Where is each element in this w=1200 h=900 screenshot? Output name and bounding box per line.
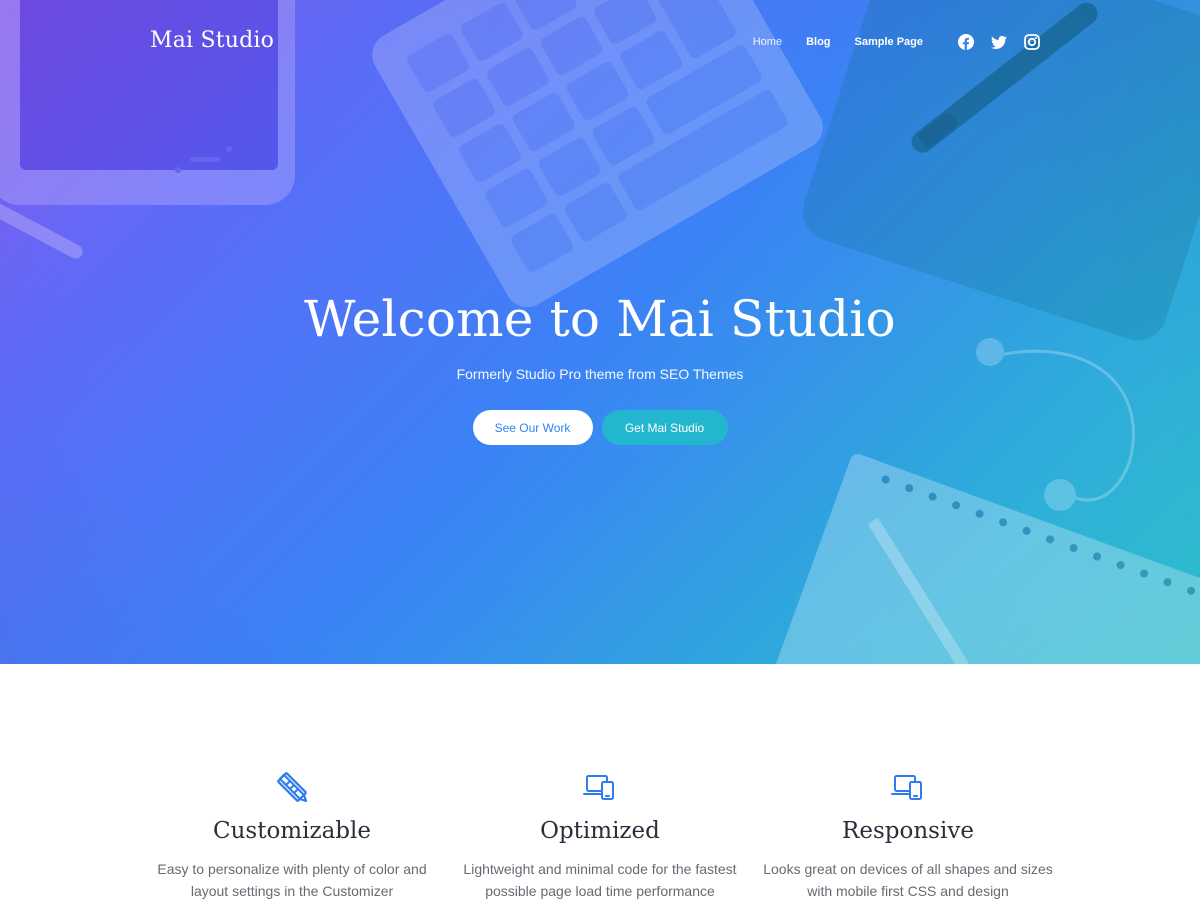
social-links	[941, 34, 1040, 50]
hero-buttons: See Our Work Get Mai Studio	[0, 410, 1200, 445]
instagram-icon[interactable]	[1024, 34, 1040, 50]
feature-text: Easy to personalize with plenty of color…	[142, 858, 442, 900]
facebook-icon[interactable]	[958, 34, 974, 50]
feature-text: Looks great on devices of all shapes and…	[758, 858, 1058, 900]
feature-customizable: Customizable Easy to personalize with pl…	[142, 770, 442, 900]
feature-text-line: possible page load time performance	[485, 883, 715, 899]
devices-icon	[583, 770, 617, 804]
feature-title: Customizable	[213, 818, 371, 844]
feature-text-line: Lightweight and minimal code for the fas…	[463, 861, 737, 877]
hero-subtitle: Formerly Studio Pro theme from SEO Theme…	[456, 366, 744, 382]
devices-icon	[891, 770, 925, 804]
feature-text-line: Easy to personalize with plenty of color…	[157, 861, 427, 877]
feature-title: Optimized	[540, 818, 660, 844]
feature-responsive: Responsive Looks great on devices of all…	[758, 770, 1058, 900]
hero-content: Welcome to Mai Studio Formerly Studio Pr…	[0, 290, 1200, 445]
feature-text-line: layout settings in the Customizer	[190, 883, 394, 899]
main-navigation: Home Blog Sample Page	[729, 34, 1040, 50]
hero-section: Mai Studio Home Blog Sample Page Welcome…	[0, 0, 1200, 664]
feature-optimized: Optimized Lightweight and minimal code f…	[450, 770, 750, 900]
pencil-ruler-icon	[275, 770, 309, 804]
nav-item-sample-page[interactable]: Sample Page	[855, 36, 923, 48]
twitter-icon[interactable]	[991, 34, 1007, 50]
hero-title: Welcome to Mai Studio	[304, 290, 896, 348]
feature-text: Lightweight and minimal code for the fas…	[450, 858, 750, 900]
get-mai-studio-button[interactable]: Get Mai Studio	[601, 410, 728, 445]
features-section: Customizable Easy to personalize with pl…	[0, 664, 1200, 900]
nav-item-home[interactable]: Home	[753, 36, 782, 48]
feature-text-line: with mobile first CSS and design	[807, 883, 1009, 899]
see-our-work-button[interactable]: See Our Work	[472, 410, 593, 445]
site-title[interactable]: Mai Studio	[150, 28, 274, 53]
nav-item-blog[interactable]: Blog	[806, 36, 830, 48]
feature-text-line: Looks great on devices of all shapes and…	[763, 861, 1053, 877]
feature-title: Responsive	[842, 818, 974, 844]
